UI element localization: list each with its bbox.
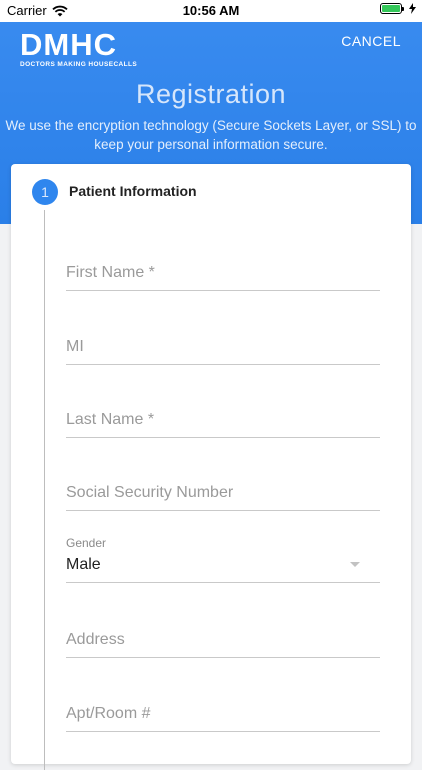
logo: DMHC DOCTORS MAKING HOUSECALLS: [20, 27, 138, 68]
chevron-down-icon: [350, 562, 360, 567]
gender-label: Gender: [66, 536, 107, 550]
battery-icon: [380, 3, 404, 14]
description-line-2: keep your personal information secure.: [94, 137, 328, 152]
ssn-field: [66, 484, 380, 511]
last-name-input[interactable]: [66, 411, 380, 437]
step-title: Patient Information: [69, 183, 197, 199]
apt-room-field: [66, 705, 380, 732]
logo-mark: DMHC: [20, 27, 117, 62]
registration-description: We use the encryption technology (Secure…: [0, 116, 422, 154]
registration-card: 1 Patient Information Gender Male: [11, 164, 411, 770]
gender-value: Male: [66, 556, 101, 573]
step-number-badge: 1: [32, 179, 58, 205]
cancel-button[interactable]: CANCEL: [341, 33, 401, 49]
logo-tagline: DOCTORS MAKING HOUSECALLS: [20, 61, 138, 68]
step-connector-line: [44, 210, 45, 770]
apt-room-input[interactable]: [66, 705, 380, 731]
status-bar: Carrier 10:56 AM: [0, 0, 422, 22]
last-name-field: [66, 411, 380, 438]
first-name-field: [66, 264, 380, 291]
description-line-1: We use the encryption technology (Secure…: [5, 118, 417, 133]
address-field: [66, 631, 380, 658]
page-title: Registration: [135, 79, 287, 109]
first-name-input[interactable]: [66, 264, 380, 290]
mi-input[interactable]: [66, 338, 380, 364]
ssn-input[interactable]: [66, 484, 380, 510]
status-time: 10:56 AM: [182, 3, 240, 18]
address-input[interactable]: [66, 631, 380, 657]
mi-field: [66, 338, 380, 365]
charging-icon: [409, 3, 416, 14]
gender-select[interactable]: Male: [66, 556, 380, 583]
status-right-group: [380, 3, 416, 14]
